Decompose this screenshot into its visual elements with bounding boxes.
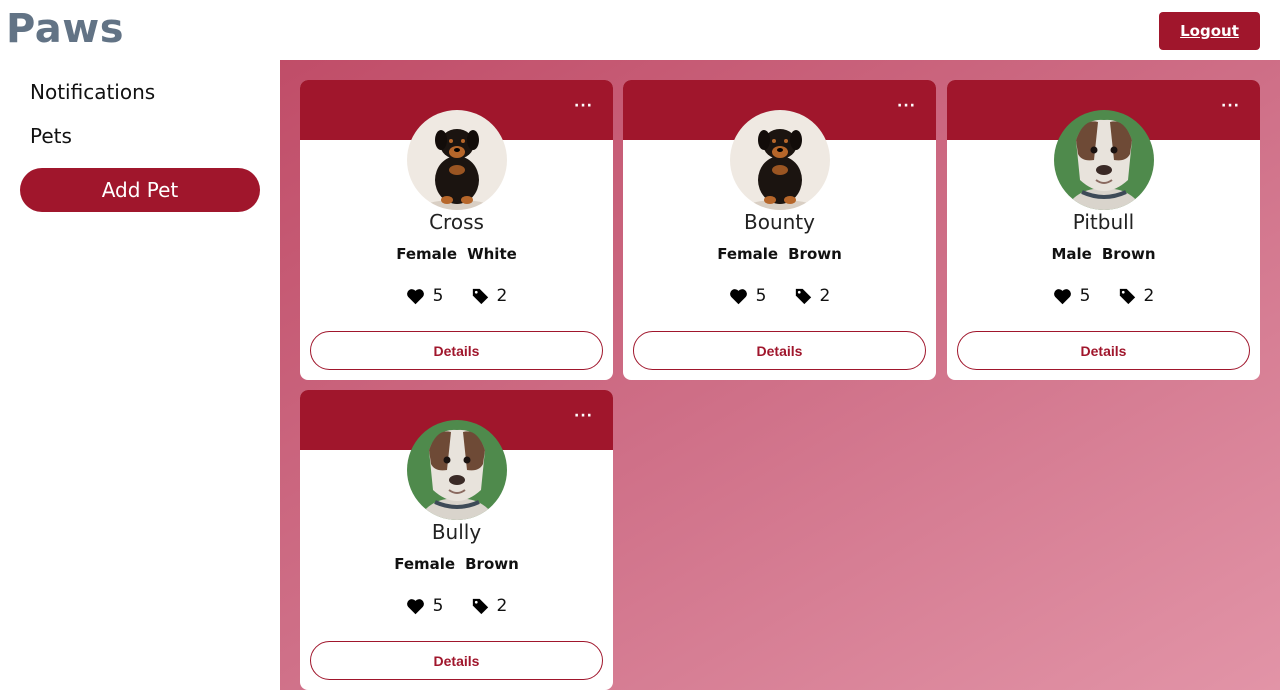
sidebar-item-notifications[interactable]: Notifications bbox=[30, 80, 155, 104]
likes-stat: 5 bbox=[1053, 286, 1091, 306]
add-pet-button[interactable]: Add Pet bbox=[20, 168, 260, 212]
pets-grid: ··· Cross Female White 5 2 Details ··· B… bbox=[280, 60, 1280, 690]
tag-icon bbox=[472, 598, 488, 614]
pet-gender: Female bbox=[394, 555, 456, 573]
likes-count: 5 bbox=[432, 596, 444, 616]
likes-stat: 5 bbox=[406, 286, 444, 306]
pet-color: White bbox=[467, 245, 517, 263]
sidebar-item-pets[interactable]: Pets bbox=[30, 124, 72, 148]
pet-traits: Female Brown bbox=[300, 555, 613, 573]
pet-name: Bully bbox=[431, 520, 482, 544]
pet-color: Brown bbox=[788, 245, 842, 263]
pet-gender: Male bbox=[1051, 245, 1092, 263]
tags-count: 2 bbox=[1143, 286, 1155, 306]
likes-count: 5 bbox=[432, 286, 444, 306]
logout-button[interactable]: Logout bbox=[1159, 12, 1260, 50]
pet-photo-pitbull bbox=[1054, 110, 1154, 210]
likes-count: 5 bbox=[755, 286, 767, 306]
details-button[interactable]: Details bbox=[310, 331, 603, 370]
pet-name: Pitbull bbox=[1072, 210, 1135, 234]
brand-title: Paws bbox=[6, 6, 124, 52]
pet-gender: Female bbox=[717, 245, 779, 263]
pet-name: Bounty bbox=[744, 210, 815, 234]
sidebar: Notifications Pets Add Pet bbox=[0, 60, 280, 690]
pet-name: Cross bbox=[429, 210, 484, 234]
heart-icon bbox=[1053, 288, 1071, 304]
tag-icon bbox=[795, 288, 811, 304]
likes-count: 5 bbox=[1079, 286, 1091, 306]
pet-card: ··· Bounty Female Brown 5 2 Details bbox=[623, 80, 936, 380]
pet-color: Brown bbox=[1101, 245, 1156, 263]
tag-icon bbox=[472, 288, 488, 304]
heart-icon bbox=[406, 288, 424, 304]
details-button[interactable]: Details bbox=[310, 641, 603, 680]
pet-traits: Female White bbox=[300, 245, 613, 263]
more-options-icon[interactable]: ··· bbox=[897, 98, 916, 114]
pet-traits: Male Brown bbox=[947, 245, 1260, 263]
more-options-icon[interactable]: ··· bbox=[1221, 98, 1240, 114]
pet-photo-rottweiler bbox=[407, 110, 507, 210]
tags-stat: 2 bbox=[472, 596, 508, 616]
pet-stats: 5 2 bbox=[300, 286, 613, 306]
pet-gender: Female bbox=[396, 245, 458, 263]
tags-stat: 2 bbox=[1119, 286, 1155, 306]
pet-card: ··· Bully Female Brown 5 2 Details bbox=[300, 390, 613, 690]
pet-photo-rottweiler bbox=[730, 110, 830, 210]
tags-count: 2 bbox=[819, 286, 831, 306]
pet-card: ··· Pitbull Male Brown 5 2 Details bbox=[947, 80, 1260, 380]
heart-icon bbox=[406, 598, 424, 614]
more-options-icon[interactable]: ··· bbox=[574, 408, 593, 424]
likes-stat: 5 bbox=[729, 286, 767, 306]
pet-card: ··· Cross Female White 5 2 Details bbox=[300, 80, 613, 380]
details-button[interactable]: Details bbox=[957, 331, 1250, 370]
pet-stats: 5 2 bbox=[623, 286, 936, 306]
details-button[interactable]: Details bbox=[633, 331, 926, 370]
pet-photo-pitbull bbox=[407, 420, 507, 520]
tags-count: 2 bbox=[496, 596, 508, 616]
pet-stats: 5 2 bbox=[300, 596, 613, 616]
heart-icon bbox=[729, 288, 747, 304]
pet-traits: Female Brown bbox=[623, 245, 936, 263]
tags-count: 2 bbox=[496, 286, 508, 306]
likes-stat: 5 bbox=[406, 596, 444, 616]
pet-color: Brown bbox=[465, 555, 519, 573]
pet-stats: 5 2 bbox=[947, 286, 1260, 306]
tag-icon bbox=[1119, 288, 1135, 304]
more-options-icon[interactable]: ··· bbox=[574, 98, 593, 114]
tags-stat: 2 bbox=[472, 286, 508, 306]
tags-stat: 2 bbox=[795, 286, 831, 306]
